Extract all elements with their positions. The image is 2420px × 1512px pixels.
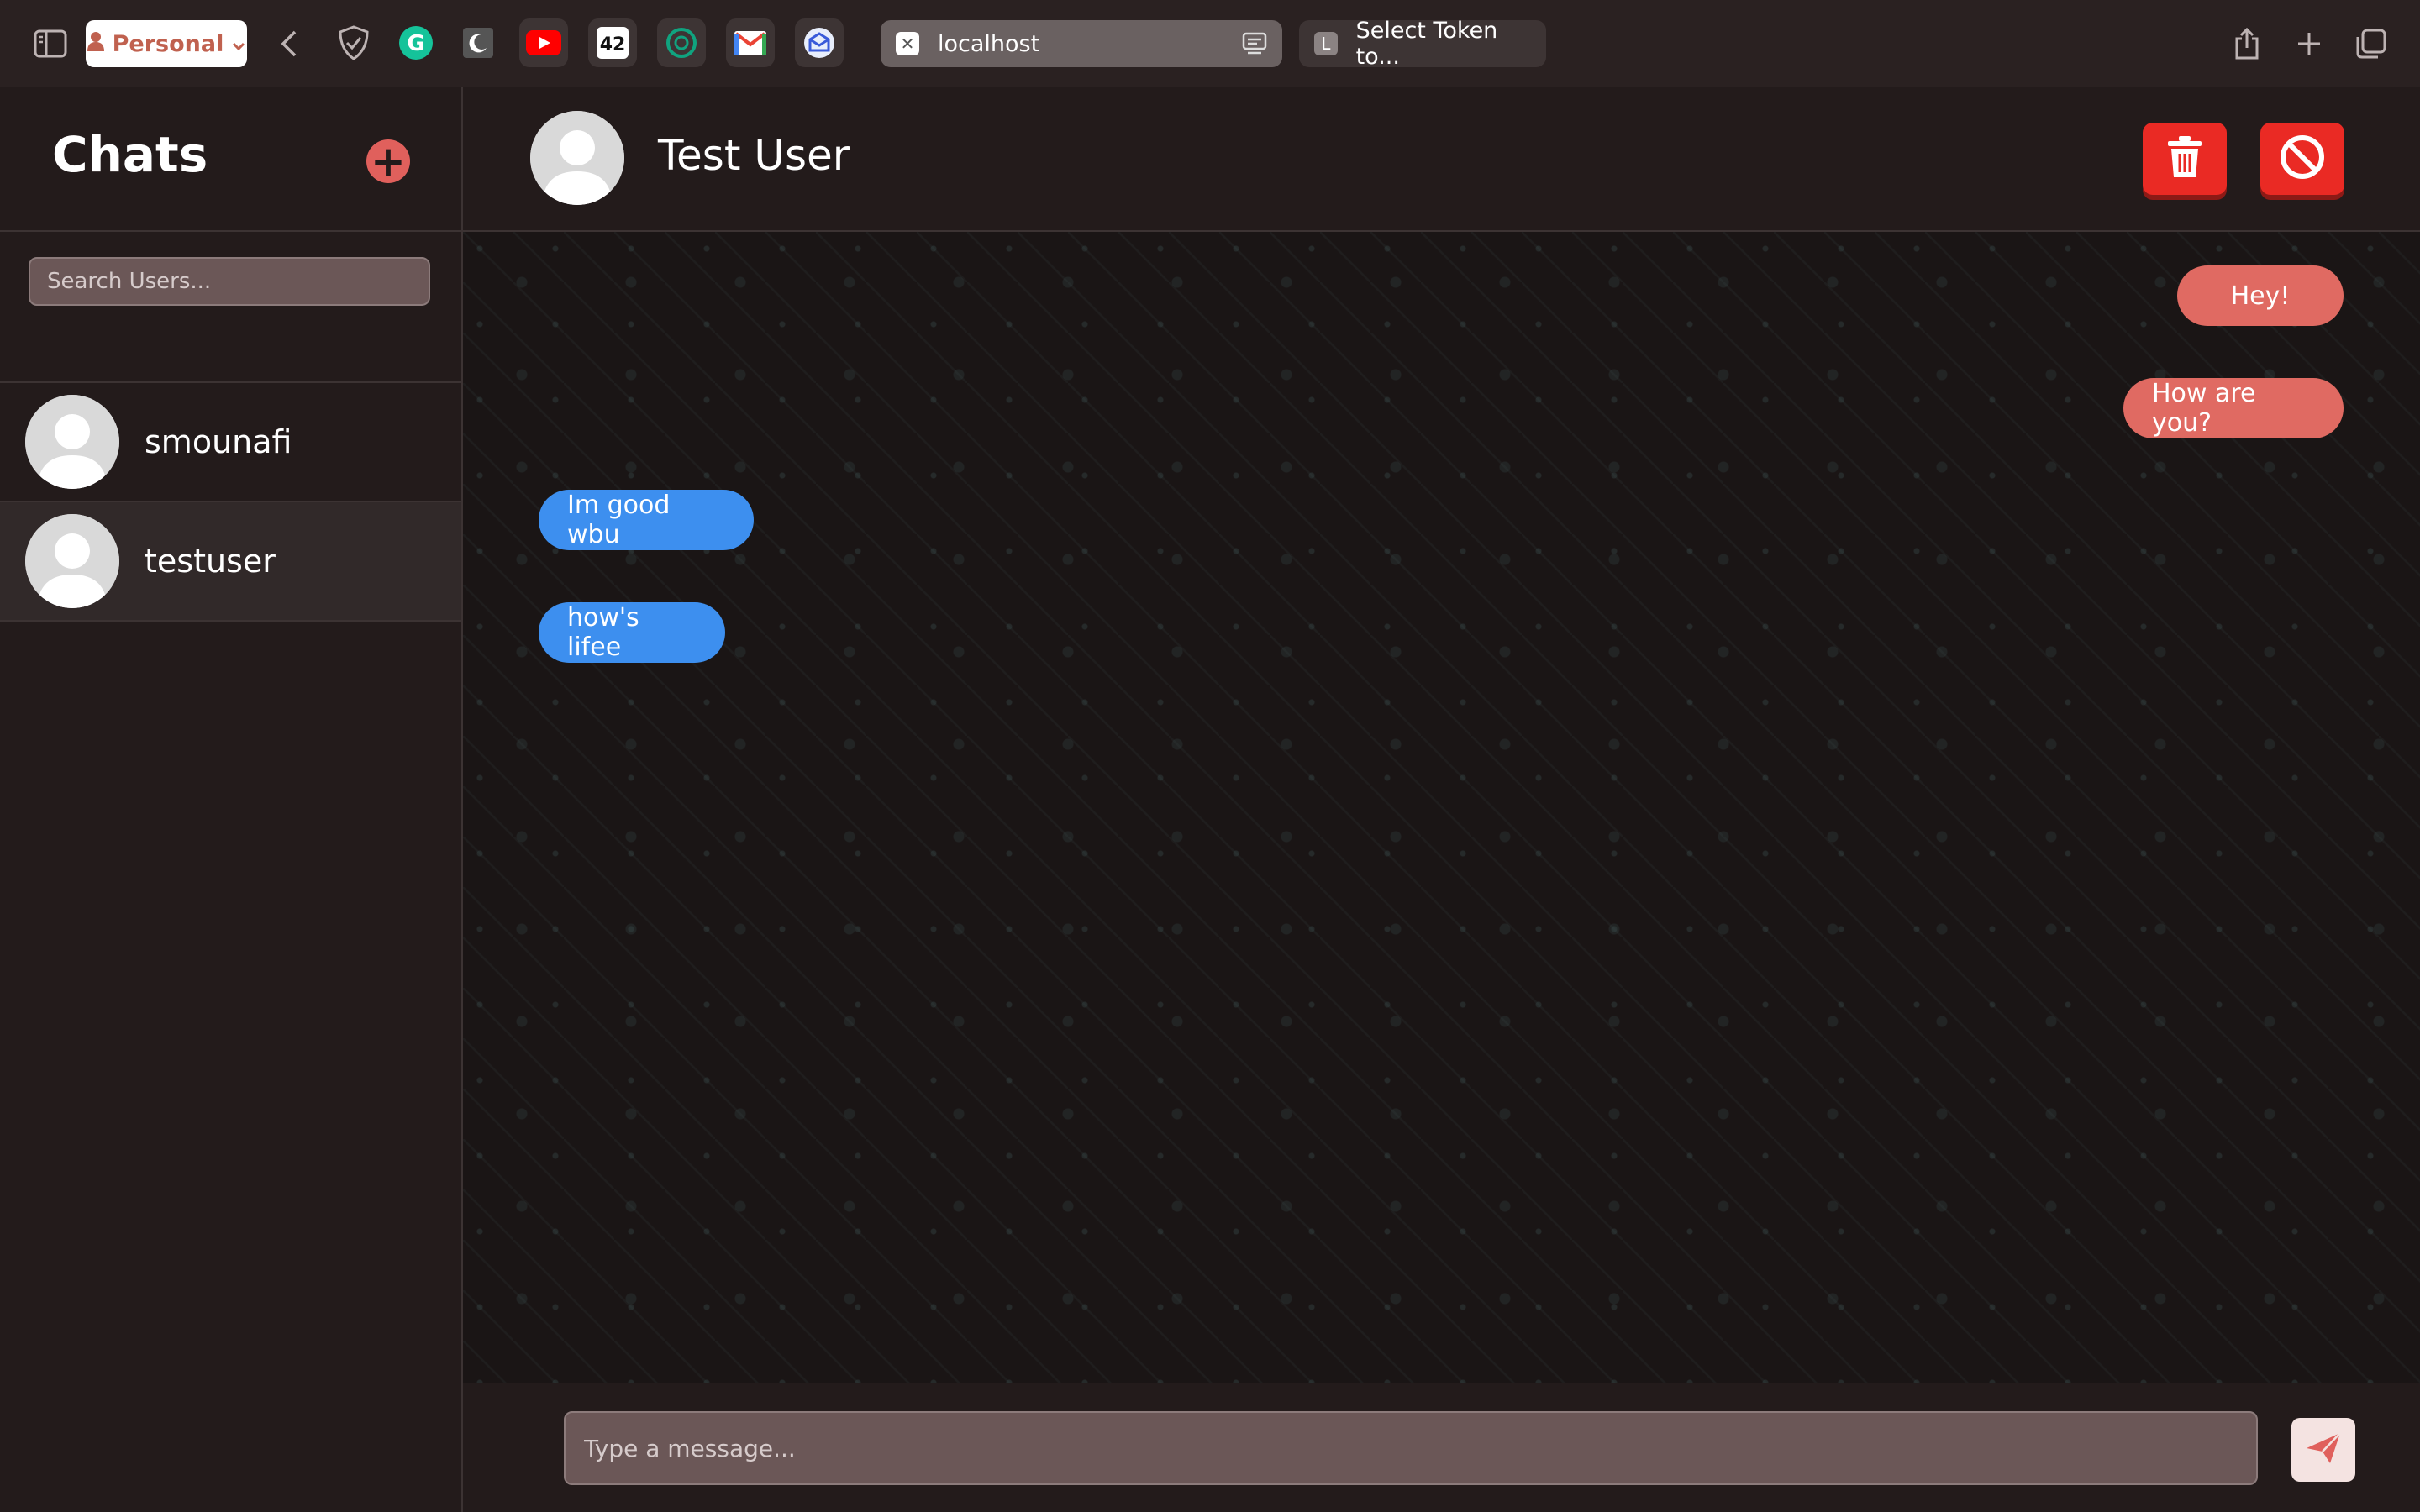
send-icon [2305, 1431, 2342, 1468]
42-icon[interactable]: 42 [588, 18, 637, 67]
shield-icon[interactable] [329, 18, 378, 67]
tab-select-token[interactable]: L Select Token to... [1299, 18, 1546, 70]
youtube-icon[interactable] [519, 18, 568, 67]
delete-chat-button[interactable] [2143, 123, 2227, 195]
night-mode-icon[interactable] [454, 18, 502, 67]
sidebar-title: Chats [52, 126, 208, 183]
contact-item-testuser[interactable]: testuser [0, 502, 461, 622]
chevron-down-icon [232, 31, 245, 57]
plus-icon: + [371, 137, 406, 186]
mail-extension-icon[interactable] [795, 18, 844, 67]
message-bubble-received: Im good wbu [539, 490, 754, 550]
message-text: Im good wbu [567, 491, 671, 549]
browser-toolbar: Personal G 42 ✕ localhost L Select Token… [0, 0, 2420, 87]
avatar [25, 395, 119, 489]
svg-text:G: G [407, 31, 424, 56]
profile-label: Personal [112, 30, 224, 57]
new-tab-icon[interactable] [2286, 20, 2333, 67]
message-input[interactable] [564, 1411, 2258, 1485]
svg-text:42: 42 [600, 34, 626, 55]
sidebar-toggle-icon[interactable] [27, 20, 74, 67]
back-icon[interactable] [266, 20, 313, 67]
x-icon: ✕ [896, 32, 919, 55]
reader-icon[interactable] [1242, 32, 1267, 61]
sidebar-search [0, 232, 461, 383]
chat-sidebar: Chats + smounafi testuser [0, 87, 463, 1512]
person-icon [87, 31, 104, 57]
tab-title: Select Token to... [1355, 18, 1498, 70]
message-bubble-sent: Hey! [2177, 265, 2344, 326]
contact-name: testuser [145, 543, 276, 580]
block-icon [2279, 134, 2326, 184]
tab-favicon-l: L [1314, 32, 1338, 55]
tab-overview-icon[interactable] [2348, 20, 2395, 67]
avatar [25, 514, 119, 608]
chat-avatar [530, 111, 624, 205]
block-user-button[interactable] [2260, 123, 2344, 195]
chat-title: Test User [658, 131, 850, 180]
message-list[interactable]: Hey! How are you? Im good wbu how's life… [463, 232, 2420, 1383]
message-bubble-received: how's lifee [539, 602, 725, 663]
contact-name: smounafi [145, 423, 292, 460]
trash-icon [2166, 135, 2203, 182]
message-text: How are you? [2152, 379, 2256, 438]
send-button[interactable] [2291, 1418, 2355, 1482]
message-composer [463, 1383, 2420, 1512]
profile-button[interactable]: Personal [86, 20, 247, 67]
message-bubble-sent: How are you? [2123, 378, 2344, 438]
tab-title: localhost [938, 30, 1040, 57]
contact-item-smounafi[interactable]: smounafi [0, 383, 461, 502]
chat-header: Test User [463, 87, 2420, 232]
message-text: Hey! [2230, 281, 2291, 311]
grammarly-icon[interactable]: G [392, 18, 440, 67]
tab-localhost[interactable]: ✕ localhost [881, 20, 1282, 67]
message-text: how's lifee [567, 603, 639, 662]
search-users-input[interactable] [29, 257, 430, 306]
sidebar-header: Chats + [0, 87, 461, 232]
add-chat-button[interactable]: + [366, 139, 410, 183]
share-icon[interactable] [2223, 20, 2270, 67]
gmail-icon[interactable] [726, 18, 775, 67]
chatgpt-icon[interactable] [657, 18, 706, 67]
